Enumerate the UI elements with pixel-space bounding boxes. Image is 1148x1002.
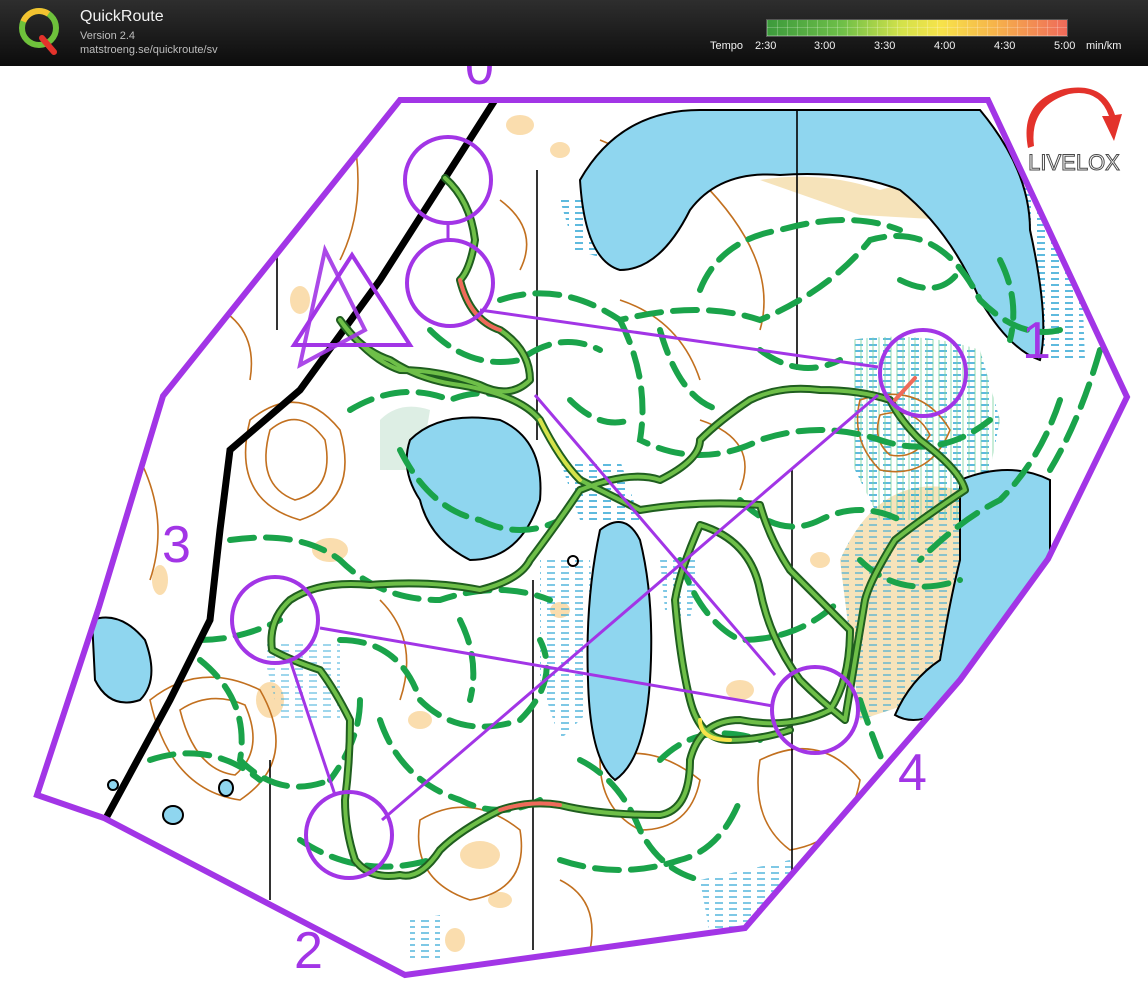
map-canvas[interactable]: 0 1 2 3 4 [0, 66, 1148, 1002]
app-url-link[interactable]: matstroeng.se/quickroute/sv [80, 44, 218, 56]
app-header: QuickRoute Version 2.4 matstroeng.se/qui… [0, 0, 1148, 66]
app-name: QuickRoute [80, 8, 164, 25]
control-number-4: 4 [898, 744, 927, 802]
tempo-tick-label: 3:30 [874, 40, 896, 52]
tempo-tick-label: 4:30 [994, 40, 1016, 52]
tempo-color-scale [766, 19, 1068, 37]
orienteering-map[interactable]: 0 1 2 3 4 LIVELOX [0, 66, 1148, 1002]
control-number-1: 1 [1022, 312, 1051, 370]
app-version: Version 2.4 [80, 30, 136, 42]
tempo-tick-label: 2:30 [755, 40, 777, 52]
tempo-tick-label: 3:00 [814, 40, 836, 52]
tempo-tick-label: 4:00 [934, 40, 956, 52]
start-label: 0 [465, 66, 494, 96]
control-number-3: 3 [162, 516, 191, 574]
livelox-logo: LIVELOX [1026, 87, 1122, 176]
tempo-tick-label: 5:00 [1054, 40, 1076, 52]
quickroute-q-icon [19, 8, 59, 55]
control-number-2: 2 [294, 922, 323, 980]
tempo-prefix-label: Tempo [710, 40, 744, 52]
tempo-unit-label: min/km [1086, 40, 1122, 52]
livelox-brand-text: LIVELOX [1028, 150, 1120, 175]
